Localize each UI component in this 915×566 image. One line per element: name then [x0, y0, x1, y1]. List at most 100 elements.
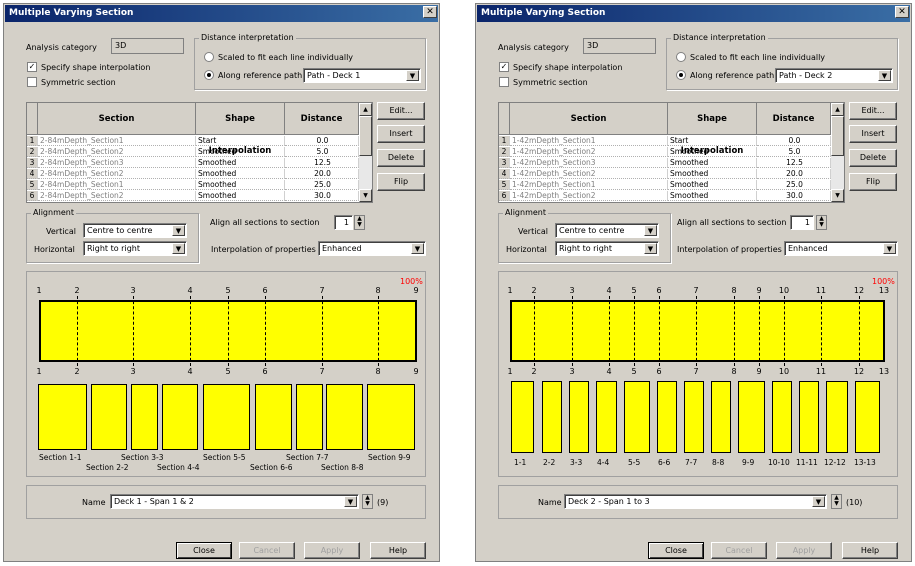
- edit-button[interactable]: Edit...: [849, 102, 897, 120]
- section-thumbnail[interactable]: [684, 381, 704, 453]
- table-row[interactable]: 1 1-42mDepth_Section1 Start 0.0: [499, 136, 831, 146]
- scroll-down-icon[interactable]: ▼: [831, 189, 844, 202]
- section-thumbnail[interactable]: [326, 384, 363, 450]
- close-icon[interactable]: ✕: [895, 6, 909, 18]
- path-select[interactable]: Path - Deck 2 ▼: [775, 68, 893, 83]
- close-button[interactable]: Close: [176, 542, 232, 559]
- interpolation-header[interactable]: Shape Interpolation: [196, 103, 285, 156]
- table-row[interactable]: 6 1-42mDepth_Section2 Smoothed 30.0: [499, 191, 831, 201]
- flip-button[interactable]: Flip: [377, 173, 425, 191]
- name-select[interactable]: Deck 1 - Span 1 & 2 ▼: [110, 494, 359, 509]
- path-select[interactable]: Path - Deck 1 ▼: [303, 68, 421, 83]
- flip-button[interactable]: Flip: [849, 173, 897, 191]
- close-button[interactable]: Close: [648, 542, 704, 559]
- chevron-down-icon[interactable]: ▼: [812, 496, 825, 507]
- interpolation-header[interactable]: Shape Interpolation: [668, 103, 757, 156]
- scroll-up-icon[interactable]: ▲: [359, 103, 372, 116]
- distance-header[interactable]: Distance: [285, 103, 359, 135]
- horizontal-select[interactable]: Right to right ▼: [555, 241, 659, 256]
- close-icon[interactable]: ✕: [423, 6, 437, 18]
- section-thumbnail[interactable]: [91, 384, 127, 450]
- align-all-stepper[interactable]: ▲ ▼: [816, 215, 827, 230]
- section-thumbnail[interactable]: [162, 384, 198, 450]
- table-row[interactable]: 4 2-84mDepth_Section2 Smoothed 20.0: [27, 169, 359, 179]
- table-row[interactable]: 3 2-84mDepth_Section3 Smoothed 12.5: [27, 158, 359, 168]
- horizontal-select[interactable]: Right to right ▼: [83, 241, 187, 256]
- section-thumbnail[interactable]: [772, 381, 792, 453]
- delete-button[interactable]: Delete: [377, 149, 425, 167]
- along-path-radio[interactable]: [204, 70, 214, 80]
- table-row[interactable]: 3 1-42mDepth_Section3 Smoothed 12.5: [499, 158, 831, 168]
- scroll-up-icon[interactable]: ▲: [831, 103, 844, 116]
- insert-button[interactable]: Insert: [849, 125, 897, 143]
- section-thumbnail[interactable]: [255, 384, 292, 450]
- vertical-select[interactable]: Centre to centre ▼: [555, 223, 659, 238]
- table-row[interactable]: 1 2-84mDepth_Section1 Start 0.0: [27, 136, 359, 146]
- help-button[interactable]: Help: [842, 542, 898, 559]
- cancel-button[interactable]: Cancel: [239, 542, 295, 559]
- chevron-down-icon[interactable]: ▼: [172, 243, 185, 254]
- section-header[interactable]: Section: [38, 103, 196, 135]
- section-thumbnail[interactable]: [657, 381, 677, 453]
- specify-shape-checkbox[interactable]: ✓: [499, 62, 509, 72]
- table-row[interactable]: 2 1-42mDepth_Section2 Smoothed 5.0: [499, 147, 831, 157]
- name-stepper[interactable]: ▲ ▼: [362, 494, 373, 509]
- chevron-down-icon[interactable]: ▼: [644, 225, 657, 236]
- table-row[interactable]: 5 2-84mDepth_Section1 Smoothed 25.0: [27, 180, 359, 190]
- insert-button[interactable]: Insert: [377, 125, 425, 143]
- chevron-down-icon[interactable]: ▼: [411, 243, 424, 254]
- help-button[interactable]: Help: [370, 542, 426, 559]
- section-thumbnail[interactable]: [131, 384, 158, 450]
- table-row[interactable]: 4 1-42mDepth_Section2 Smoothed 20.0: [499, 169, 831, 179]
- interp-props-select[interactable]: Enhanced ▼: [784, 241, 898, 256]
- chevron-down-icon[interactable]: ▼: [172, 225, 185, 236]
- edit-button[interactable]: Edit...: [377, 102, 425, 120]
- section-thumbnail[interactable]: [203, 384, 250, 450]
- section-thumbnail[interactable]: [624, 381, 650, 453]
- scroll-thumb[interactable]: [831, 116, 844, 156]
- interp-props-select[interactable]: Enhanced ▼: [318, 241, 426, 256]
- section-thumbnail[interactable]: [855, 381, 880, 453]
- cancel-button[interactable]: Cancel: [711, 542, 767, 559]
- section-thumbnail[interactable]: [511, 381, 534, 453]
- vertical-select[interactable]: Centre to centre ▼: [83, 223, 187, 238]
- section-thumbnail[interactable]: [542, 381, 562, 453]
- section-thumbnail[interactable]: [711, 381, 731, 453]
- scaled-radio[interactable]: [676, 52, 686, 62]
- chevron-down-icon[interactable]: ▼: [878, 70, 891, 81]
- section-thumbnail[interactable]: [296, 384, 323, 450]
- section-thumbnail[interactable]: [38, 384, 87, 450]
- section-thumbnail[interactable]: [569, 381, 589, 453]
- table-row[interactable]: 2 2-84mDepth_Section2 Smoothed 5.0: [27, 147, 359, 157]
- section-thumbnail[interactable]: [367, 384, 415, 450]
- apply-button[interactable]: Apply: [304, 542, 360, 559]
- align-all-input[interactable]: 1: [790, 215, 814, 230]
- along-path-radio[interactable]: [676, 70, 686, 80]
- section-thumbnail[interactable]: [799, 381, 819, 453]
- section-thumbnail[interactable]: [596, 381, 617, 453]
- chevron-down-icon[interactable]: ▼: [883, 243, 896, 254]
- scroll-thumb[interactable]: [359, 116, 372, 156]
- section-thumbnail[interactable]: [826, 381, 848, 453]
- distance-header[interactable]: Distance: [757, 103, 831, 135]
- name-select[interactable]: Deck 2 - Span 1 to 3 ▼: [564, 494, 827, 509]
- table-row[interactable]: 6 2-84mDepth_Section2 Smoothed 30.0: [27, 191, 359, 201]
- section-thumbnail[interactable]: [738, 381, 765, 453]
- table-row[interactable]: 5 1-42mDepth_Section1 Smoothed 25.0: [499, 180, 831, 190]
- name-stepper[interactable]: ▲ ▼: [831, 494, 842, 509]
- chevron-down-icon[interactable]: ▼: [644, 243, 657, 254]
- scaled-radio[interactable]: [204, 52, 214, 62]
- align-all-input[interactable]: 1: [334, 215, 353, 230]
- symmetric-checkbox[interactable]: [27, 77, 37, 87]
- distance-cell: 5.0: [285, 147, 359, 157]
- delete-button[interactable]: Delete: [849, 149, 897, 167]
- specify-shape-checkbox[interactable]: ✓: [27, 62, 37, 72]
- symmetric-checkbox[interactable]: [499, 77, 509, 87]
- align-all-stepper[interactable]: ▲ ▼: [354, 215, 365, 230]
- scroll-down-icon[interactable]: ▼: [359, 189, 372, 202]
- chevron-down-icon[interactable]: ▼: [406, 70, 419, 81]
- section-header[interactable]: Section: [510, 103, 668, 135]
- apply-button[interactable]: Apply: [776, 542, 832, 559]
- bottom-mark: 3: [569, 367, 575, 376]
- chevron-down-icon[interactable]: ▼: [344, 496, 357, 507]
